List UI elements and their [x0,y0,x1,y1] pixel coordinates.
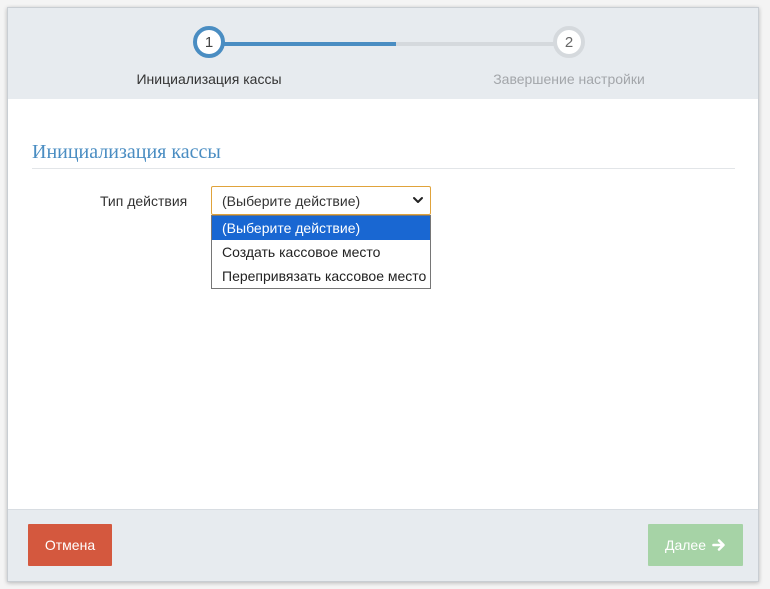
cancel-button-label: Отмена [44,537,96,553]
action-type-label: Тип действия [100,193,188,209]
action-type-dropdown: (Выберите действие) Создать кассовое мес… [211,215,431,289]
step-2-label: Завершение настройки [493,71,645,87]
dropdown-option-create-register[interactable]: Создать кассовое место [212,240,430,264]
chevron-down-icon [413,197,423,203]
section-title: Инициализация кассы [32,141,221,163]
step-1-indicator: 1 [193,26,225,58]
step-1-label: Инициализация кассы [136,71,282,87]
section-divider [32,168,735,169]
stepper: 1 Инициализация кассы 2 Завершение настр… [8,8,758,99]
step-1-number: 1 [204,33,214,51]
dropdown-option-choose[interactable]: (Выберите действие) [212,216,430,240]
stepper-progress-line [208,42,396,46]
step-2-indicator: 2 [553,26,585,58]
arrow-right-icon [712,539,725,551]
action-type-select-value: (Выберите действие) [222,192,361,209]
cancel-button[interactable]: Отмена [28,524,112,566]
action-type-select[interactable]: (Выберите действие) [211,186,431,215]
next-button-label: Далее [664,537,706,553]
dialog-footer: Отмена Далее [8,509,758,581]
step-2-number: 2 [564,33,574,51]
setup-dialog: 1 Инициализация кассы 2 Завершение настр… [7,7,759,582]
stepper-remaining-line [396,42,568,46]
next-button[interactable]: Далее [648,524,743,566]
dropdown-option-rebind-register[interactable]: Перепривязать кассовое место [212,264,430,288]
